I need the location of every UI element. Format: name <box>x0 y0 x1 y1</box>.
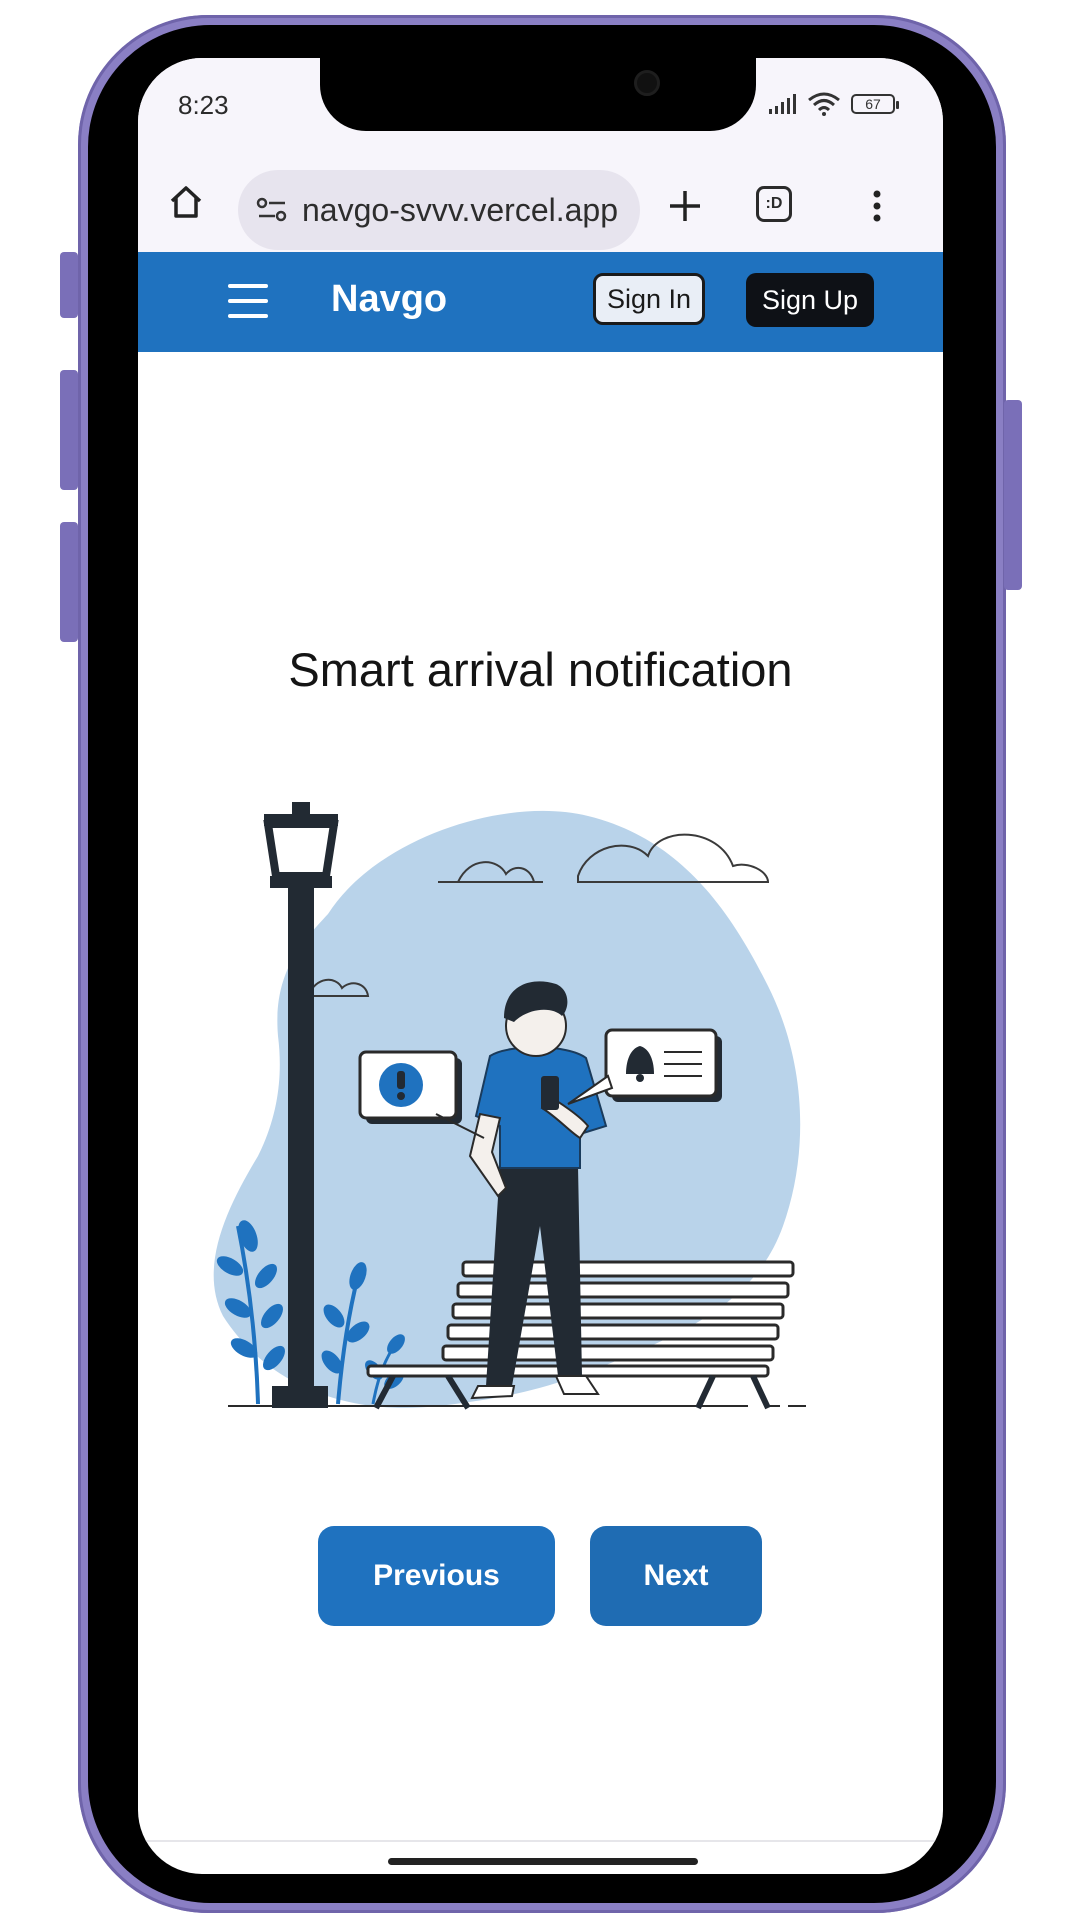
side-button <box>60 252 78 318</box>
url-text: navgo-svvv.vercel.app <box>302 191 618 228</box>
home-icon <box>170 186 202 218</box>
sign-in-button[interactable]: Sign In <box>593 273 705 325</box>
status-time: 8:23 <box>178 90 229 120</box>
sign-up-button[interactable]: Sign Up <box>746 273 874 327</box>
tab-switcher-button[interactable]: :D <box>756 186 792 222</box>
battery-icon: 67 <box>851 94 899 114</box>
previous-button[interactable]: Previous <box>318 1526 555 1626</box>
side-button <box>60 522 78 642</box>
power-button <box>1004 400 1022 590</box>
hamburger-menu-icon[interactable] <box>228 284 268 318</box>
site-header: Navgo Sign In Sign Up <box>138 252 943 352</box>
home-button[interactable] <box>164 180 208 224</box>
brand-logo-text[interactable]: Navgo <box>331 278 447 321</box>
home-indicator[interactable] <box>388 1858 698 1865</box>
site-settings-icon[interactable] <box>252 190 292 230</box>
notch <box>320 55 756 131</box>
bottom-divider <box>138 1840 943 1842</box>
screen: 8:23 67 navgo-svvv.vercel.app:D Navgo S… <box>138 58 943 1874</box>
page-title: Smart arrival notification <box>288 643 793 696</box>
side-button <box>60 370 78 490</box>
status-icons: 67 <box>767 92 899 116</box>
browser-toolbar: navgo-svvv.vercel.app :D <box>138 150 943 252</box>
person-with-phone-on-bench-illustration <box>213 802 806 1410</box>
device-mockup: 8:23 67 navgo-svvv.vercel.app:D Navgo S… <box>0 0 1080 1920</box>
more-vert-icon[interactable] <box>865 184 889 228</box>
signal-icon <box>769 94 796 114</box>
next-button[interactable]: Next <box>590 1526 762 1626</box>
wifi-icon <box>808 92 840 116</box>
new-tab-button[interactable] <box>663 184 707 228</box>
camera-icon <box>634 70 660 96</box>
address-bar[interactable]: navgo-svvv.vercel.app <box>238 170 640 250</box>
plus-icon <box>670 191 700 221</box>
